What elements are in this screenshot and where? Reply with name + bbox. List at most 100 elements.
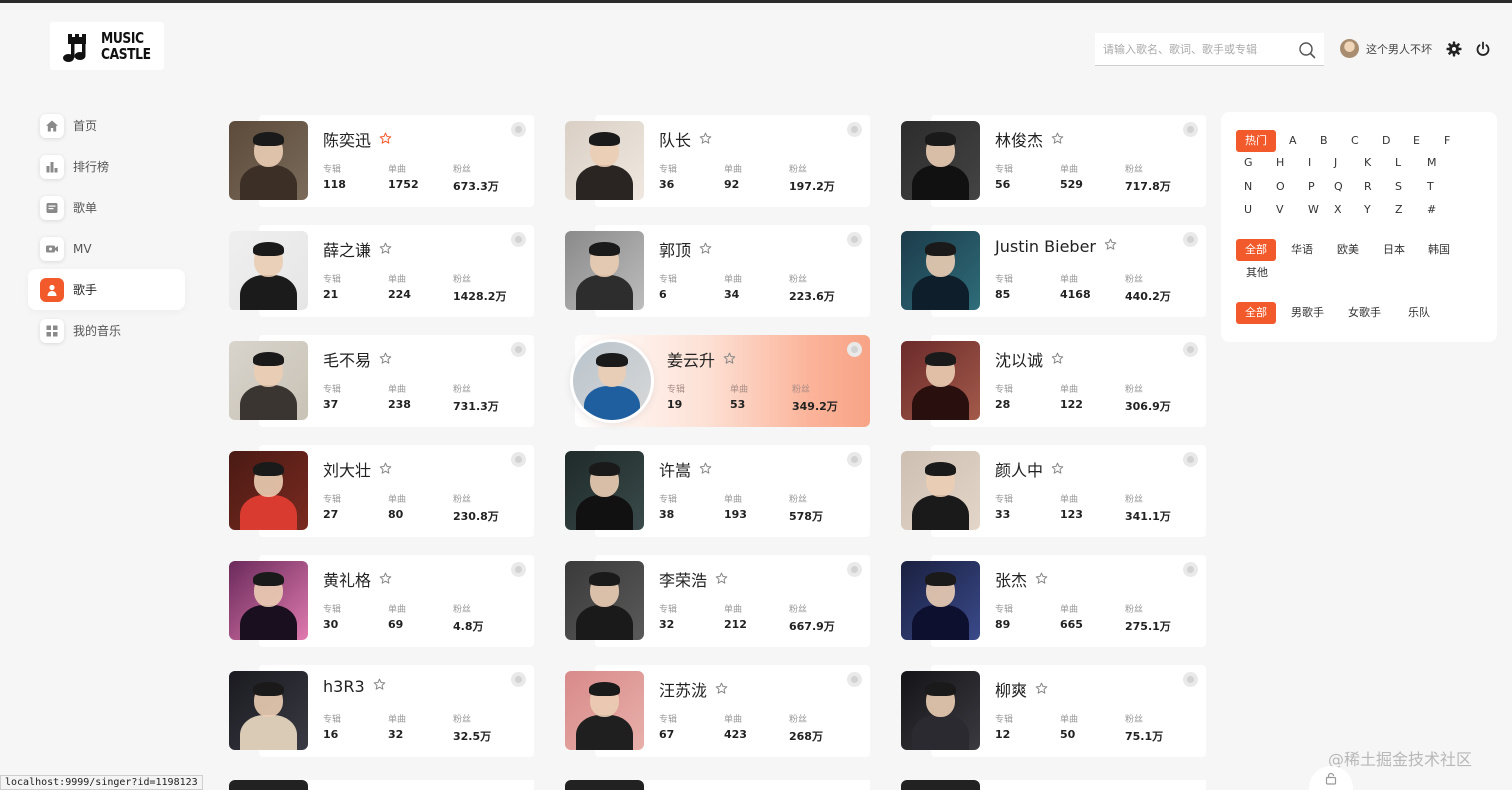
singer-card-partial[interactable] bbox=[901, 780, 1206, 790]
singer-photo[interactable] bbox=[229, 341, 308, 420]
filter-letter-c[interactable]: C bbox=[1351, 130, 1359, 152]
singer-card[interactable]: 郭顶 专辑 6 单曲 34 粉丝 223.6万 bbox=[565, 225, 870, 317]
star-icon[interactable] bbox=[699, 242, 712, 255]
singer-name[interactable]: 姜云升 bbox=[667, 347, 736, 371]
singer-name-text[interactable]: Justin Bieber bbox=[995, 237, 1096, 256]
filter-region-0[interactable]: 全部 bbox=[1236, 239, 1276, 261]
singer-name-text[interactable]: 陈奕迅 bbox=[323, 131, 371, 150]
search-input[interactable] bbox=[1095, 34, 1285, 64]
sidebar-item-my-music[interactable]: 我的音乐 bbox=[28, 310, 185, 351]
singer-name-text[interactable]: 张杰 bbox=[995, 571, 1027, 590]
singer-name-text[interactable]: 队长 bbox=[659, 131, 691, 150]
more-dot-icon[interactable] bbox=[847, 452, 862, 467]
singer-card[interactable]: 颜人中 专辑 33 单曲 123 粉丝 341.1万 bbox=[901, 445, 1206, 537]
user-menu[interactable]: 这个男人不坏 bbox=[1340, 39, 1432, 58]
star-icon[interactable] bbox=[379, 572, 392, 585]
filter-letter-n[interactable]: N bbox=[1244, 176, 1252, 198]
more-dot-icon[interactable] bbox=[1183, 672, 1198, 687]
singer-name-text[interactable]: 李荣浩 bbox=[659, 571, 707, 590]
star-icon[interactable] bbox=[1104, 238, 1117, 251]
filter-type-2[interactable]: 女歌手 bbox=[1348, 302, 1381, 324]
singer-photo[interactable] bbox=[901, 231, 980, 310]
singer-photo[interactable] bbox=[565, 121, 644, 200]
singer-card[interactable]: Justin Bieber 专辑 85 单曲 4168 粉丝 440.2万 bbox=[901, 225, 1206, 317]
singer-photo[interactable] bbox=[229, 671, 308, 750]
singer-name-text[interactable]: h3R3 bbox=[323, 677, 365, 696]
filter-letter-t[interactable]: T bbox=[1427, 176, 1434, 198]
singer-card[interactable]: 许嵩 专辑 38 单曲 193 粉丝 578万 bbox=[565, 445, 870, 537]
filter-letter-g[interactable]: G bbox=[1244, 152, 1253, 174]
singer-name[interactable]: 郭顶 bbox=[659, 237, 712, 261]
sidebar-item-singers[interactable]: 歌手 bbox=[28, 269, 185, 310]
singer-photo[interactable] bbox=[229, 231, 308, 310]
singer-name-text[interactable]: 毛不易 bbox=[323, 351, 371, 370]
more-dot-icon[interactable] bbox=[511, 562, 526, 577]
star-icon[interactable] bbox=[1051, 352, 1064, 365]
singer-name[interactable]: 沈以诚 bbox=[995, 347, 1064, 371]
filter-region-4[interactable]: 韩国 bbox=[1428, 239, 1450, 261]
star-icon[interactable] bbox=[373, 678, 386, 691]
singer-photo[interactable] bbox=[570, 339, 654, 423]
singer-name[interactable]: 薛之谦 bbox=[323, 237, 392, 261]
filter-region-3[interactable]: 日本 bbox=[1383, 239, 1405, 261]
singer-name[interactable]: 队长 bbox=[659, 127, 712, 151]
singer-name[interactable]: 柳爽 bbox=[995, 677, 1048, 701]
search-box[interactable] bbox=[1095, 33, 1324, 66]
singer-photo[interactable] bbox=[565, 671, 644, 750]
filter-letter-#[interactable]: # bbox=[1427, 199, 1436, 221]
singer-card[interactable]: 毛不易 专辑 37 单曲 238 粉丝 731.3万 bbox=[229, 335, 534, 427]
filter-letter-u[interactable]: U bbox=[1244, 199, 1252, 221]
username[interactable]: 这个男人不坏 bbox=[1366, 41, 1432, 57]
singer-photo[interactable] bbox=[229, 561, 308, 640]
singer-card[interactable]: 薛之谦 专辑 21 单曲 224 粉丝 1428.2万 bbox=[229, 225, 534, 317]
singer-name[interactable]: 黄礼格 bbox=[323, 567, 392, 591]
more-dot-icon[interactable] bbox=[1183, 122, 1198, 137]
filter-letter-o[interactable]: O bbox=[1276, 176, 1285, 198]
singer-card[interactable]: 汪苏泷 专辑 67 单曲 423 粉丝 268万 bbox=[565, 665, 870, 757]
singer-photo[interactable] bbox=[565, 451, 644, 530]
filter-letter-a[interactable]: A bbox=[1289, 130, 1297, 152]
logo[interactable]: MUSIC CASTLE bbox=[50, 22, 164, 70]
star-icon[interactable] bbox=[723, 352, 736, 365]
more-dot-icon[interactable] bbox=[847, 672, 862, 687]
star-icon[interactable] bbox=[699, 462, 712, 475]
star-icon[interactable] bbox=[379, 352, 392, 365]
more-dot-icon[interactable] bbox=[511, 452, 526, 467]
filter-letter-m[interactable]: M bbox=[1427, 152, 1437, 174]
singer-name-text[interactable]: 汪苏泷 bbox=[659, 681, 707, 700]
sidebar-item-charts[interactable]: 排行榜 bbox=[28, 146, 185, 187]
singer-name-text[interactable]: 颜人中 bbox=[995, 461, 1043, 480]
search-icon[interactable] bbox=[1298, 41, 1316, 59]
star-icon[interactable] bbox=[1051, 462, 1064, 475]
singer-name-text[interactable]: 柳爽 bbox=[995, 681, 1027, 700]
filter-letter-r[interactable]: R bbox=[1364, 176, 1372, 198]
singer-photo[interactable] bbox=[901, 671, 980, 750]
star-icon[interactable] bbox=[379, 462, 392, 475]
singer-name[interactable]: 林俊杰 bbox=[995, 127, 1064, 151]
filter-letter-f[interactable]: F bbox=[1444, 130, 1450, 152]
singer-card-partial[interactable] bbox=[229, 780, 534, 790]
more-dot-icon[interactable] bbox=[847, 342, 862, 357]
singer-name-text[interactable]: 林俊杰 bbox=[995, 131, 1043, 150]
singer-name[interactable]: 刘大壮 bbox=[323, 457, 392, 481]
filter-letter-i[interactable]: I bbox=[1308, 152, 1311, 174]
filter-letter-p[interactable]: P bbox=[1308, 176, 1315, 198]
filter-letter-d[interactable]: D bbox=[1382, 130, 1390, 152]
singer-photo[interactable] bbox=[901, 451, 980, 530]
singer-card[interactable]: 柳爽 专辑 12 单曲 50 粉丝 75.1万 bbox=[901, 665, 1206, 757]
filter-region-2[interactable]: 欧美 bbox=[1337, 239, 1359, 261]
singer-card[interactable]: 黄礼格 专辑 30 单曲 69 粉丝 4.8万 bbox=[229, 555, 534, 647]
more-dot-icon[interactable] bbox=[847, 232, 862, 247]
singer-name-text[interactable]: 黄礼格 bbox=[323, 571, 371, 590]
star-icon[interactable] bbox=[379, 242, 392, 255]
filter-letter-w[interactable]: W bbox=[1308, 199, 1319, 221]
more-dot-icon[interactable] bbox=[511, 342, 526, 357]
singer-name[interactable]: 颜人中 bbox=[995, 457, 1064, 481]
singer-name[interactable]: h3R3 bbox=[323, 677, 386, 696]
filter-letter-y[interactable]: Y bbox=[1364, 199, 1371, 221]
filter-letter-b[interactable]: B bbox=[1320, 130, 1328, 152]
filter-letter-j[interactable]: J bbox=[1334, 152, 1337, 174]
singer-photo[interactable] bbox=[565, 561, 644, 640]
filter-type-1[interactable]: 男歌手 bbox=[1291, 302, 1324, 324]
filter-letter-v[interactable]: V bbox=[1276, 199, 1284, 221]
